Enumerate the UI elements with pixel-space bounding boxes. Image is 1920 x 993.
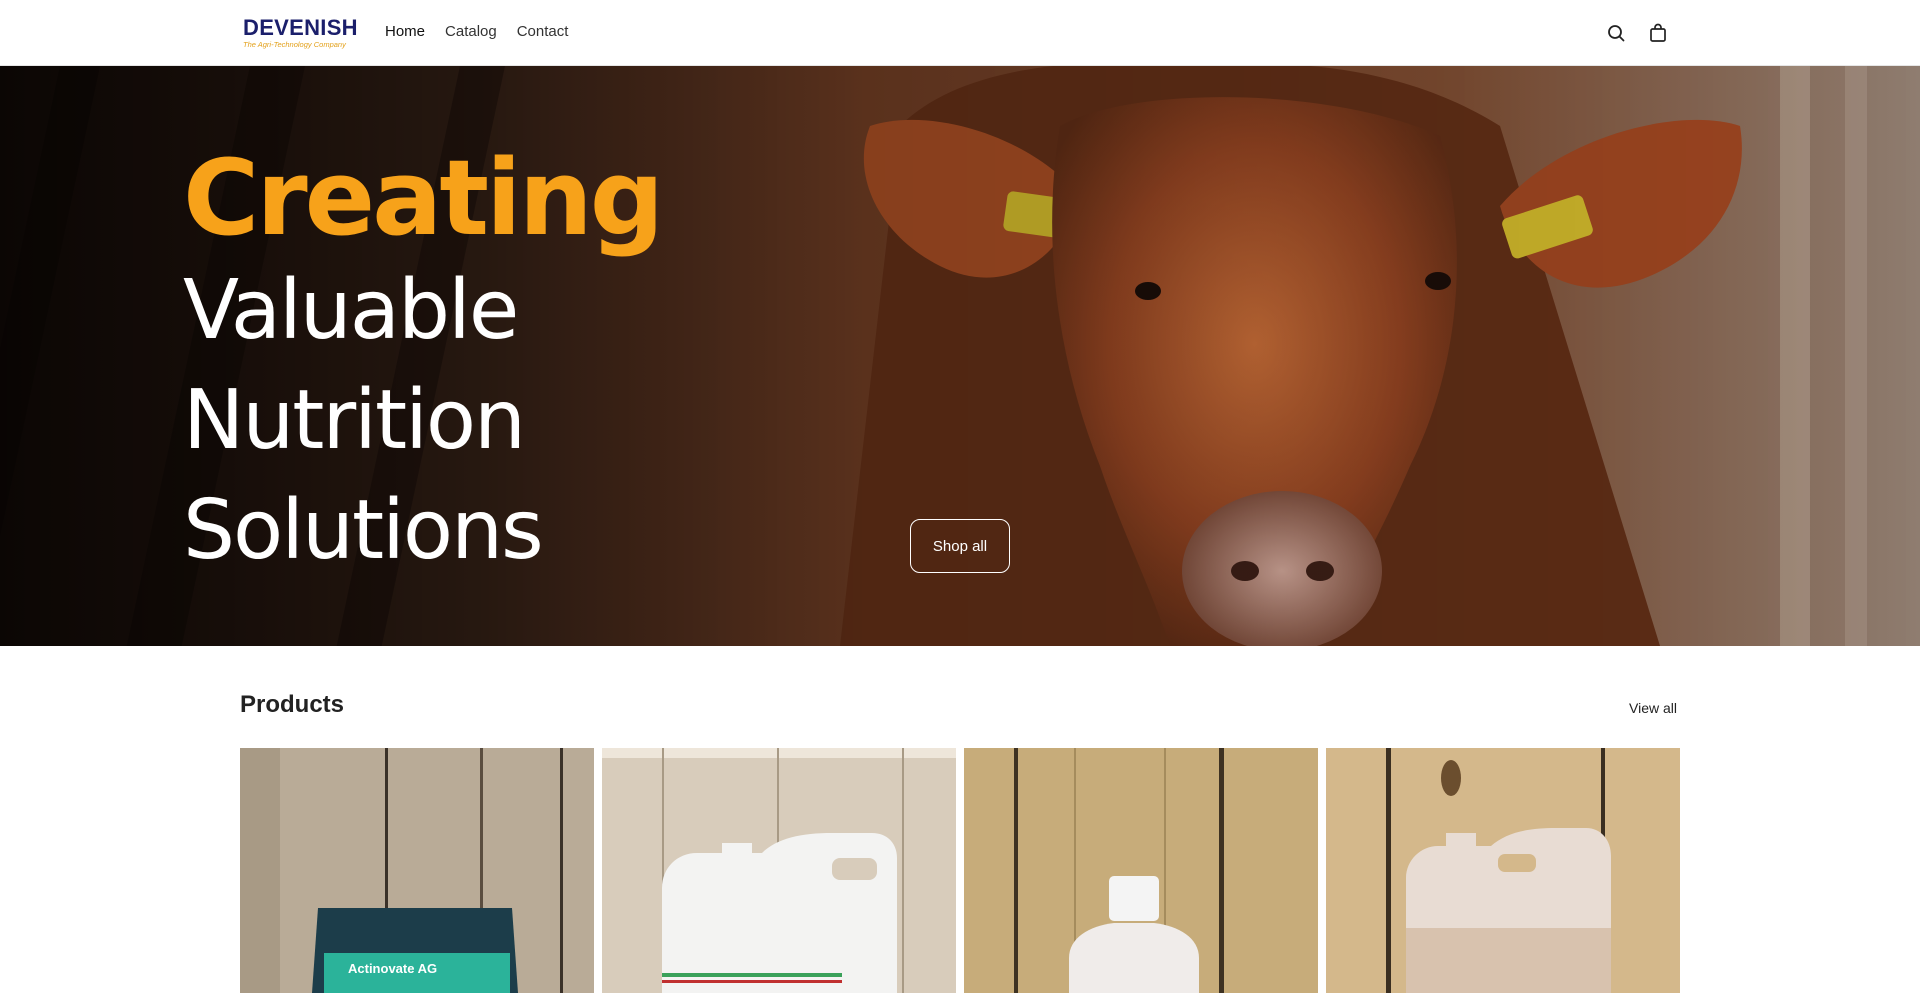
hero-line-solutions: Solutions [183, 483, 544, 578]
product-image [964, 748, 1318, 993]
view-all-link[interactable]: View all [1629, 700, 1677, 716]
hero-line-valuable: Valuable [183, 263, 519, 358]
cart-icon[interactable] [1647, 22, 1669, 44]
hero-banner: Creating Valuable Nutrition Solutions Sh… [0, 66, 1920, 646]
hero-line-nutrition: Nutrition [183, 373, 526, 468]
shop-all-button[interactable]: Shop all [910, 519, 1010, 573]
site-header: DEVENISH The Agri-Technology Company Hom… [0, 0, 1920, 66]
search-icon[interactable] [1605, 22, 1627, 44]
product-image [602, 748, 956, 993]
logo-tagline: The Agri-Technology Company [243, 40, 346, 49]
main-nav: Home Catalog Contact [385, 23, 568, 41]
product-card[interactable]: Actinovate AG [240, 748, 594, 993]
product-label-actinovate: Actinovate AG [348, 961, 437, 976]
devenish-logo[interactable]: DEVENISH The Agri-Technology Company [243, 17, 363, 51]
products-heading: Products [240, 691, 345, 718]
logo-wordmark: DEVENISH [243, 15, 358, 40]
product-card[interactable] [1326, 748, 1680, 993]
nav-catalog[interactable]: Catalog [445, 23, 497, 41]
hero-line-creating: Creating [183, 137, 664, 259]
nav-home[interactable]: Home [385, 23, 425, 41]
product-image: Actinovate AG [240, 748, 594, 993]
product-card[interactable] [602, 748, 956, 993]
nav-contact[interactable]: Contact [517, 23, 569, 41]
product-image [1326, 748, 1680, 993]
product-card[interactable] [964, 748, 1318, 993]
hero-headline: Creating Valuable Nutrition Solutions [183, 137, 664, 586]
